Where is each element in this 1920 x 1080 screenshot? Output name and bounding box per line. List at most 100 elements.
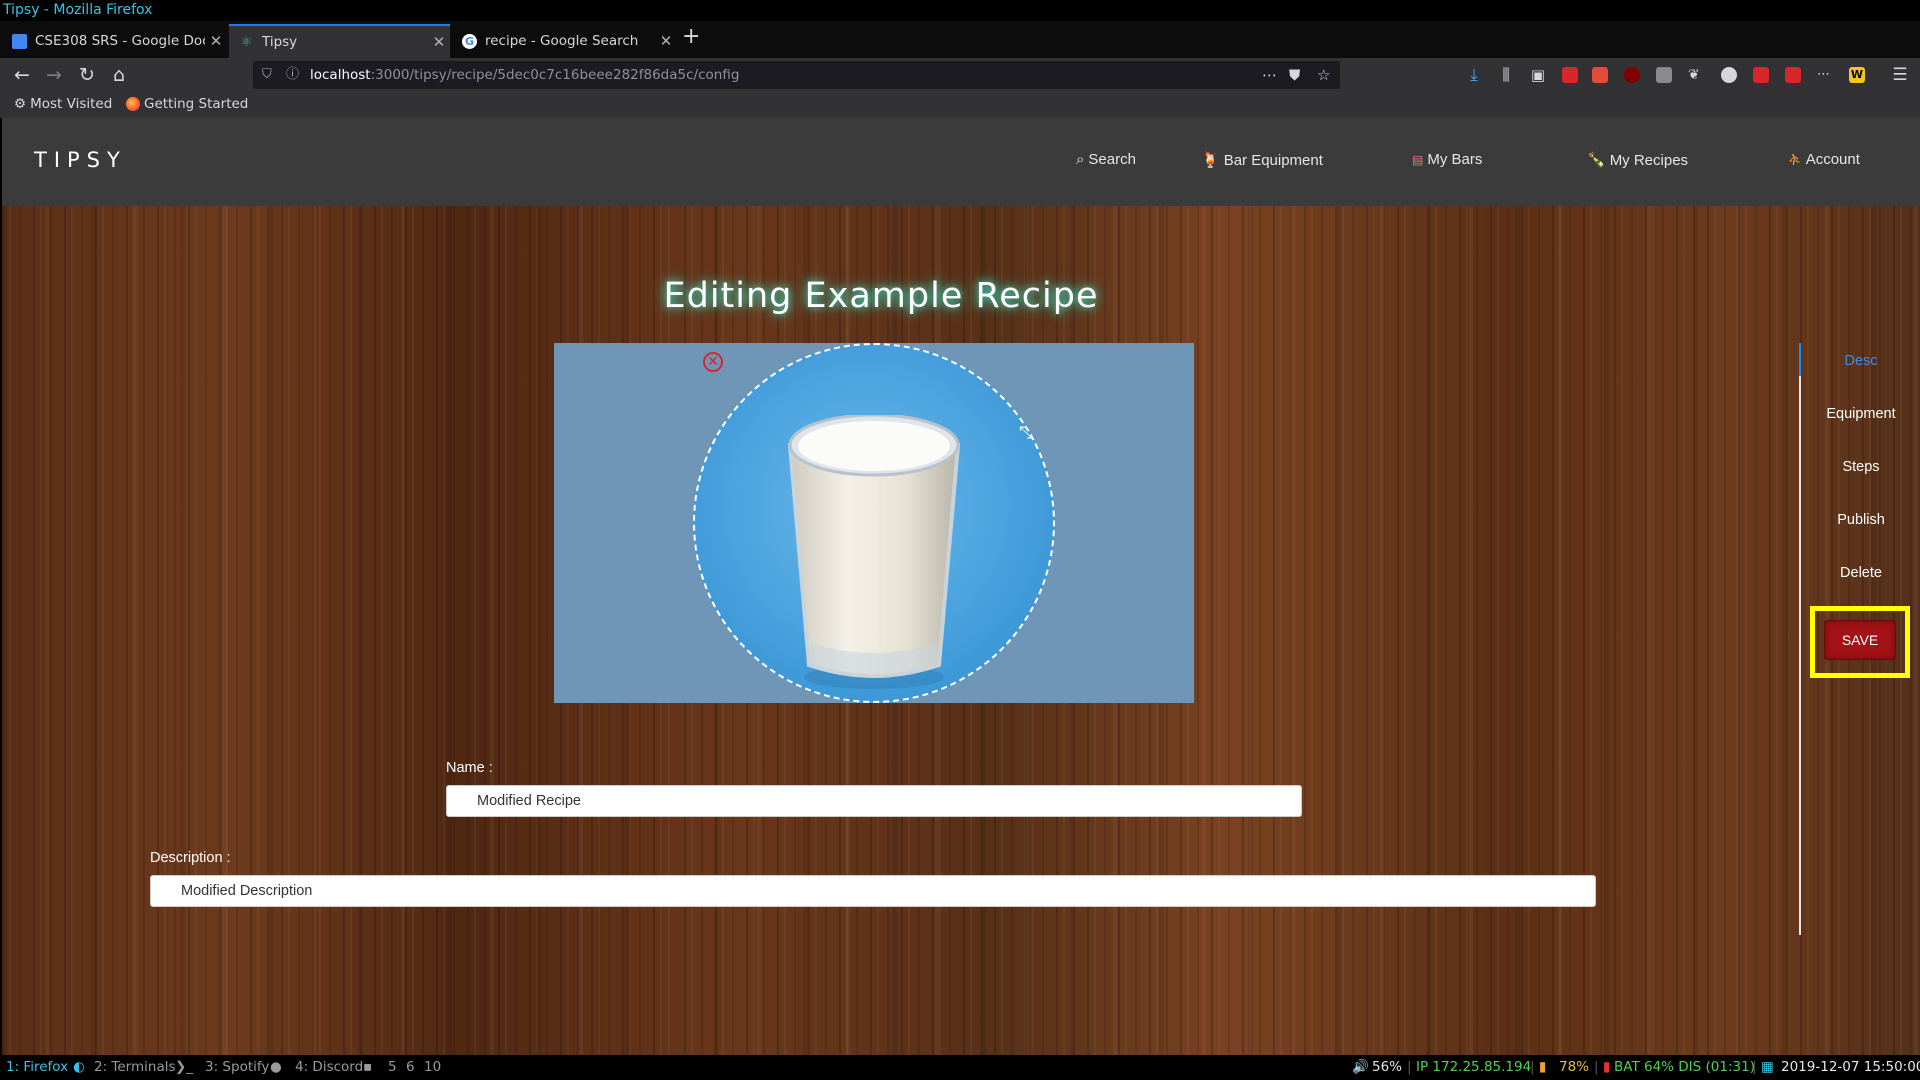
tab-label: recipe - Google Search	[485, 33, 639, 49]
nav-label: My Bars	[1427, 151, 1483, 168]
ip-address: IP 172.25.85.194	[1416, 1059, 1532, 1075]
firefox-icon	[126, 97, 140, 111]
name-label: Name :	[446, 760, 493, 776]
brand-logo[interactable]: TIPSY	[34, 148, 127, 172]
bookmarks-toolbar: ⚙ Most Visited Getting Started	[0, 92, 1920, 118]
bookmark-most-visited[interactable]: ⚙ Most Visited	[14, 96, 112, 112]
nav-my-recipes[interactable]: 🍾 My Recipes	[1587, 151, 1689, 170]
page-actions-icon[interactable]: ⋯	[1262, 61, 1277, 89]
tab-strip: CSE308 SRS - Google Docs ✕ ⚛ Tipsy ✕ G r…	[0, 21, 1920, 58]
remove-image-icon[interactable]: ✕	[703, 352, 723, 372]
bookmark-label: Most Visited	[30, 96, 113, 112]
menu-icon[interactable]: ☰	[1887, 58, 1913, 92]
side-nav-steps[interactable]: Steps	[1802, 459, 1920, 475]
new-tab-button[interactable]: +	[682, 24, 700, 49]
page-title: Editing Example Recipe	[663, 276, 1099, 316]
url-path: :3000/tipsy/recipe/5dec0c7c16beee282f86d…	[370, 67, 740, 83]
info-icon[interactable]: ⓘ	[286, 61, 299, 89]
bookmark-getting-started[interactable]: Getting Started	[126, 96, 248, 112]
extension-circle-icon[interactable]	[1721, 67, 1737, 83]
nav-search[interactable]: ⌕ Search	[1076, 151, 1136, 168]
forward-icon[interactable]: →	[41, 58, 67, 92]
search-icon: ⌕	[1076, 151, 1085, 168]
separator: |	[1407, 1059, 1412, 1075]
nav-label: Account	[1805, 151, 1860, 168]
name-input[interactable]: Modified Recipe	[446, 785, 1302, 817]
battery-status: BAT 64% DIS (01:31)	[1614, 1059, 1755, 1075]
recipe-image-editor[interactable]: ✕ ⤡	[554, 343, 1194, 703]
workspace-4[interactable]: 4: Discord	[295, 1055, 363, 1080]
wifi-icon: ▮	[1539, 1059, 1547, 1075]
close-icon[interactable]: ✕	[205, 32, 227, 50]
youtube-icon[interactable]	[1753, 67, 1769, 83]
workspace-5[interactable]: 5	[388, 1055, 397, 1080]
side-nav-desc[interactable]: Desc	[1802, 353, 1920, 369]
workspace-10[interactable]: 10	[424, 1055, 441, 1080]
side-nav-equipment[interactable]: Equipment	[1802, 406, 1920, 422]
reload-icon[interactable]: ↻	[74, 58, 100, 92]
bookmark-star-icon[interactable]: ☆	[1317, 61, 1330, 89]
nav-label: Bar Equipment	[1223, 151, 1323, 169]
tab-tipsy[interactable]: ⚛ Tipsy ✕	[229, 24, 450, 58]
shield-icon[interactable]: ⛉	[262, 61, 272, 89]
firefox-status-icon: ◐	[73, 1059, 85, 1075]
bookmark-label: Getting Started	[144, 96, 249, 112]
side-nav-delete[interactable]: Delete	[1802, 565, 1920, 581]
separator: |	[1530, 1059, 1535, 1075]
crop-circle[interactable]	[693, 343, 1055, 703]
bottle-icon: 🍾	[1587, 152, 1606, 169]
account-icon: ⛹	[1788, 154, 1802, 166]
extension-red-flower-icon[interactable]	[1785, 67, 1801, 83]
workspace-6[interactable]: 6	[406, 1055, 415, 1080]
sidebar-icon[interactable]: ▣	[1525, 58, 1551, 92]
nav-account[interactable]: ⛹ Account	[1788, 151, 1860, 168]
workspace-2[interactable]: 2: Terminals	[94, 1055, 176, 1080]
nav-label: My Recipes	[1609, 151, 1689, 169]
extension-w-icon[interactable]: W	[1849, 67, 1865, 83]
description-input[interactable]: Modified Description	[150, 875, 1596, 907]
calendar-icon: ▦	[1761, 1059, 1774, 1075]
description-label: Description :	[150, 850, 231, 866]
extension-grey-icon[interactable]	[1656, 67, 1672, 83]
download-icon[interactable]: ⤓	[1461, 58, 1487, 92]
tab-label: Tipsy	[262, 34, 298, 50]
resize-icon[interactable]: ⤡	[1019, 423, 1033, 443]
side-nav-publish[interactable]: Publish	[1802, 512, 1920, 528]
url-bar[interactable]: ⛉ ⓘ localhost:3000/tipsy/recipe/5dec0c7c…	[253, 61, 1340, 89]
bar-equipment-icon: 🍹	[1201, 152, 1220, 169]
ublock-icon[interactable]	[1624, 67, 1640, 83]
url-text[interactable]: localhost:3000/tipsy/recipe/5dec0c7c16be…	[310, 61, 739, 89]
separator: |	[1594, 1059, 1599, 1075]
spotify-icon: ●	[270, 1059, 282, 1075]
close-icon[interactable]: ✕	[428, 33, 450, 51]
google-icon: G	[462, 33, 477, 49]
library-icon[interactable]: ⫼	[1493, 58, 1519, 92]
app-header: TIPSY ⌕ Search 🍹 Bar Equipment ▤ My Bars…	[2, 118, 1920, 206]
pocket-icon[interactable]: ⛊	[1289, 61, 1300, 89]
workspace-1[interactable]: 1: Firefox	[6, 1055, 68, 1080]
tab-google-search[interactable]: G recipe - Google Search ✕	[452, 24, 677, 58]
save-button[interactable]: SAVE	[1824, 620, 1896, 660]
discord-icon: ▪	[363, 1059, 373, 1075]
extension-stack-icon[interactable]	[1592, 67, 1608, 83]
extension-red-icon[interactable]	[1562, 67, 1578, 83]
workspace-3[interactable]: 3: Spotify	[205, 1055, 269, 1080]
tab-label: CSE308 SRS - Google Docs	[35, 33, 205, 49]
tab-google-docs[interactable]: CSE308 SRS - Google Docs ✕	[2, 24, 227, 58]
bar-icon: ▤	[1412, 152, 1424, 167]
back-icon[interactable]: ←	[9, 58, 35, 92]
navigation-toolbar: ← → ↻ ⌂ ⛉ ⓘ localhost:3000/tipsy/recipe/…	[0, 58, 1920, 92]
close-icon[interactable]: ✕	[655, 32, 677, 50]
page-viewport: TIPSY ⌕ Search 🍹 Bar Equipment ▤ My Bars…	[2, 118, 1920, 1055]
wifi-value: 78%	[1559, 1059, 1590, 1075]
nav-my-bars[interactable]: ▤ My Bars	[1412, 151, 1482, 168]
window-title: Tipsy - Mozilla Firefox	[0, 0, 1920, 21]
extension-dots-icon[interactable]: ⋯	[1817, 67, 1833, 83]
separator: |	[1752, 1059, 1757, 1075]
extension-leaf-icon[interactable]: ❦	[1688, 67, 1704, 83]
home-icon[interactable]: ⌂	[106, 58, 132, 92]
battery-icon: ▮	[1603, 1059, 1611, 1075]
nav-bar-equipment[interactable]: 🍹 Bar Equipment	[1201, 151, 1323, 170]
datetime: 2019-12-07 15:50:00	[1781, 1059, 1920, 1075]
nav-label: Search	[1088, 151, 1136, 168]
